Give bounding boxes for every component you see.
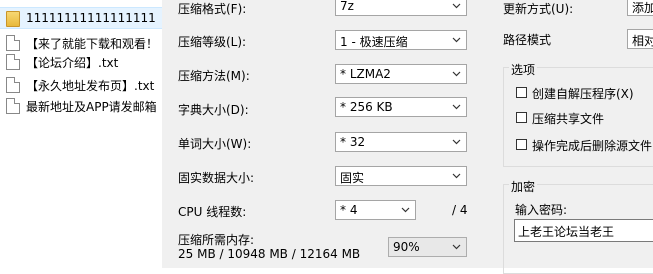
dictionary-size-label: 字典大小(D): [178, 103, 249, 117]
update-mode-label: 更新方式(U): [503, 2, 574, 16]
text-file-icon [6, 98, 20, 114]
file-list-item[interactable]: 【论坛介绍】.txt [0, 51, 162, 73]
chevron-down-icon [452, 1, 461, 10]
cpu-threads-label: CPU 线程数: [178, 205, 247, 219]
file-list: 11111111111111111 【来了就能下载和观看！ 【论坛介绍】.txt… [0, 0, 162, 268]
text-file-icon [6, 35, 20, 51]
file-list-item[interactable]: 最新地址及APP请发邮箱 [0, 95, 162, 117]
options-group-title: 选项 [509, 61, 538, 78]
memory-usage-value: 25 MB / 10948 MB / 12164 MB [178, 247, 361, 261]
chevron-down-icon [452, 137, 461, 146]
file-list-item[interactable]: 11111111111111111 [0, 7, 162, 29]
compression-level-select[interactable]: 1 - 极速压缩 [335, 30, 467, 50]
word-size-label: 单词大小(W): [178, 137, 252, 151]
chevron-down-icon [452, 171, 461, 180]
add-to-archive-dialog: 压缩格式(F): 7z 压缩等级(L): 1 - 极速压缩 压缩方法(M): *… [162, 0, 653, 274]
encryption-group-title: 加密 [509, 178, 538, 195]
chevron-down-icon [401, 205, 410, 214]
file-name: 最新地址及APP请发邮箱 [26, 100, 157, 114]
memory-usage-label: 压缩所需内存: [178, 233, 255, 247]
password-label: 输入密码: [515, 203, 568, 217]
chevron-down-icon [452, 242, 461, 251]
delete-after-compression-label: 操作完成后删除源文件 [532, 139, 653, 153]
cpu-threads-total: / 4 [452, 203, 468, 217]
create-sfx-checkbox[interactable] [516, 87, 527, 98]
compression-method-label: 压缩方法(M): [178, 69, 250, 83]
create-sfx-label: 创建自解压程序(X) [532, 87, 634, 101]
memory-usage-percent-select[interactable]: 90% [388, 237, 467, 257]
archive-format-label: 压缩格式(F): [178, 2, 247, 16]
path-mode-label: 路径模式 [503, 33, 552, 47]
text-file-icon [6, 77, 20, 93]
file-name: 【论坛介绍】.txt [26, 56, 119, 70]
file-name: 【永久地址发布页】.txt [26, 79, 155, 93]
password-input[interactable]: 上老王论坛当老王 [514, 219, 653, 242]
text-file-icon [6, 54, 20, 70]
cpu-threads-select[interactable]: * 4 [335, 200, 416, 220]
chevron-down-icon [452, 102, 461, 111]
file-name: 【来了就能下载和观看！ [26, 37, 159, 51]
update-mode-select[interactable]: 添加 [627, 0, 653, 16]
word-size-select[interactable]: * 32 [335, 132, 467, 152]
archive-format-select[interactable]: 7z [335, 0, 467, 16]
compress-shared-files-label: 压缩共享文件 [532, 112, 605, 126]
compression-method-select[interactable]: * LZMA2 [335, 64, 467, 84]
solid-block-size-label: 固实数据大小: [178, 171, 255, 185]
file-name: 11111111111111111 [26, 11, 156, 25]
compression-level-label: 压缩等级(L): [178, 35, 247, 49]
solid-block-size-select[interactable]: 固实 [335, 166, 467, 186]
delete-after-compression-checkbox[interactable] [516, 139, 527, 150]
folder-icon [6, 11, 20, 27]
path-mode-select[interactable]: 相对 [627, 29, 653, 49]
compress-shared-files-checkbox[interactable] [516, 112, 527, 123]
chevron-down-icon [452, 69, 461, 78]
file-list-item[interactable]: 【永久地址发布页】.txt [0, 74, 162, 96]
chevron-down-icon [452, 35, 461, 44]
dictionary-size-select[interactable]: * 256 KB [335, 97, 467, 117]
